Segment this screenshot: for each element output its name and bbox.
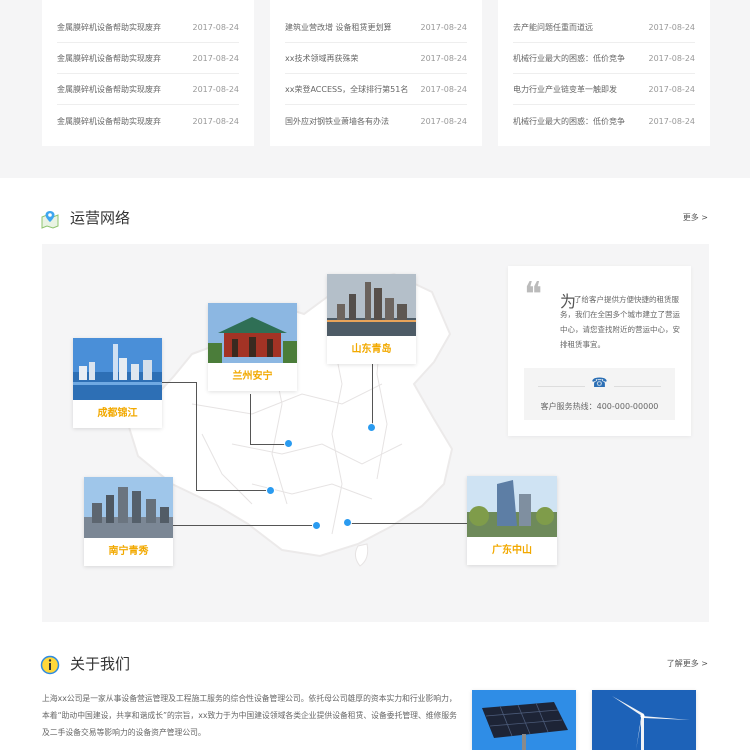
news-row[interactable]: 金属膜碎机设备帮助实现废弃 2017-08-24 [57, 12, 239, 43]
news-date: 2017-08-24 [648, 85, 696, 94]
city-name: 南宁青秀 [108, 546, 149, 557]
news-column-2: 建筑业营改增 设备租赁更划算 2017-08-24 xx技术领域再获殊荣 2017-… [270, 0, 482, 146]
network-more-link[interactable]: 更多 > [683, 212, 708, 223]
news-row[interactable]: xx荣登ACCESS，全球排行第51名 2017-08-24 [285, 74, 467, 105]
news-date: 2017-08-24 [648, 54, 696, 63]
news-date: 2017-08-24 [420, 85, 468, 94]
city-name: 成都锦江 [97, 408, 138, 419]
news-title[interactable]: xx技术领域再获殊荣 [285, 43, 358, 74]
connector-line [162, 382, 196, 383]
city-card-guangdong[interactable]: 广东中山 [467, 476, 557, 565]
hotline-box: ☎ 客户服务热线：400-000-00000 [524, 368, 675, 420]
city-card-lanzhou[interactable]: 兰州安宁 [208, 303, 297, 391]
phone-icon: ☎ [524, 376, 675, 391]
news-column-1: 金属膜碎机设备帮助实现废弃 2017-08-24 金属膜碎机设备帮助实现废弃 201… [42, 0, 254, 146]
news-title[interactable]: 机械行业最大的困惑：低价竞争 [513, 106, 625, 137]
news-section: 金属膜碎机设备帮助实现废弃 2017-08-24 金属膜碎机设备帮助实现废弃 201… [0, 0, 750, 178]
news-date: 2017-08-24 [648, 117, 696, 126]
news-row[interactable]: xx技术领域再获殊荣 2017-08-24 [285, 43, 467, 74]
news-title[interactable]: 机械行业最大的困惑：低价竞争 [513, 43, 625, 74]
connector-line [196, 490, 270, 491]
news-date: 2017-08-24 [192, 117, 240, 126]
network-title: 运营网络 [70, 209, 131, 227]
news-title[interactable]: 国外应对钢铁业萧墙各有办法 [285, 106, 389, 137]
city-card-chengdu[interactable]: 成都锦江 [73, 338, 162, 428]
news-date: 2017-08-24 [192, 23, 240, 32]
news-title[interactable]: 去产能问题任重而道远 [513, 12, 593, 43]
connector-line [196, 382, 197, 491]
location-dot-shandong[interactable] [367, 423, 376, 432]
about-header: 关于我们 了解更多 > [40, 652, 708, 682]
connector-line [250, 394, 251, 444]
news-date: 2017-08-24 [192, 54, 240, 63]
service-info-box: ❝ 为 了给客户提供方便快捷的租赁服务，我们在全国多个城市建立了营运中心，请您查… [508, 266, 691, 436]
news-row[interactable]: 金属膜碎机设备帮助实现废弃 2017-08-24 [57, 43, 239, 74]
city-photo [84, 477, 173, 538]
hotline-text: 客户服务热线：400-000-00000 [540, 402, 659, 411]
info-icon [40, 655, 60, 675]
connector-line [372, 364, 373, 427]
about-image-wind[interactable] [592, 690, 696, 750]
news-row[interactable]: 金属膜碎机设备帮助实现废弃 2017-08-24 [57, 74, 239, 105]
news-row[interactable]: 机械行业最大的困惑：低价竞争 2017-08-24 [513, 43, 695, 74]
news-column-3: 去产能问题任重而道远 2017-08-24 机械行业最大的困惑：低价竞争 2017-… [498, 0, 710, 146]
city-name: 兰州安宁 [232, 371, 273, 382]
city-photo [208, 303, 297, 363]
news-title[interactable]: 金属膜碎机设备帮助实现废弃 [57, 43, 161, 74]
network-map-panel: 成都锦江 兰州安宁 山东青岛 南宁青秀 广东中山 ❝ 为 了给客户提供方便快捷的… [42, 244, 709, 622]
news-date: 2017-08-24 [420, 117, 468, 126]
news-date: 2017-08-24 [192, 85, 240, 94]
news-title[interactable]: 金属膜碎机设备帮助实现废弃 [57, 12, 161, 43]
location-dot-nanning[interactable] [312, 521, 321, 530]
city-name: 山东青岛 [351, 344, 392, 355]
connector-line [172, 525, 316, 526]
location-dot-chengdu[interactable] [266, 486, 275, 495]
wind-turbine-photo [592, 690, 696, 750]
quote-icon: ❝ [524, 275, 543, 315]
about-more-link[interactable]: 了解更多 > [667, 658, 708, 669]
news-date: 2017-08-24 [420, 54, 468, 63]
city-card-shandong[interactable]: 山东青岛 [327, 274, 416, 364]
news-title[interactable]: 金属膜碎机设备帮助实现废弃 [57, 106, 161, 137]
about-title: 关于我们 [70, 655, 131, 673]
news-row[interactable]: 国外应对钢铁业萧墙各有办法 2017-08-24 [285, 106, 467, 137]
news-title[interactable]: 电力行业产业链变革一触即发 [513, 74, 617, 105]
news-title[interactable]: 金属膜碎机设备帮助实现废弃 [57, 74, 161, 105]
map-pin-icon [40, 209, 60, 229]
news-row[interactable]: 金属膜碎机设备帮助实现废弃 2017-08-24 [57, 106, 239, 137]
location-dot-guangdong[interactable] [343, 518, 352, 527]
connector-line [250, 444, 288, 445]
city-name: 广东中山 [492, 545, 532, 556]
about-image-solar[interactable] [472, 690, 576, 750]
news-title[interactable]: 建筑业营改增 设备租赁更划算 [285, 12, 392, 43]
news-row[interactable]: 去产能问题任重而道远 2017-08-24 [513, 12, 695, 43]
news-row[interactable]: 机械行业最大的困惑：低价竞争 2017-08-24 [513, 106, 695, 137]
news-row[interactable]: 电力行业产业链变革一触即发 2017-08-24 [513, 74, 695, 105]
news-row[interactable]: 建筑业营改增 设备租赁更划算 2017-08-24 [285, 12, 467, 43]
news-date: 2017-08-24 [420, 23, 468, 32]
quote-text: 了给客户提供方便快捷的租赁服务，我们在全国多个城市建立了营运中心，请您查找附近的… [560, 295, 680, 349]
connector-line [347, 523, 467, 524]
about-text: 上海xx公司是一家从事设备营运管理及工程施工服务的综合性设备管理公司。依托母公司… [42, 694, 457, 737]
city-card-nanning[interactable]: 南宁青秀 [84, 477, 173, 566]
news-title[interactable]: xx荣登ACCESS，全球排行第51名 [285, 74, 408, 105]
news-date: 2017-08-24 [648, 23, 696, 32]
city-photo [327, 274, 416, 336]
city-photo [73, 338, 162, 400]
location-dot-lanzhou[interactable] [284, 439, 293, 448]
network-header: 运营网络 更多 > [40, 206, 708, 236]
city-photo [467, 476, 557, 537]
solar-panel-photo [472, 690, 576, 750]
